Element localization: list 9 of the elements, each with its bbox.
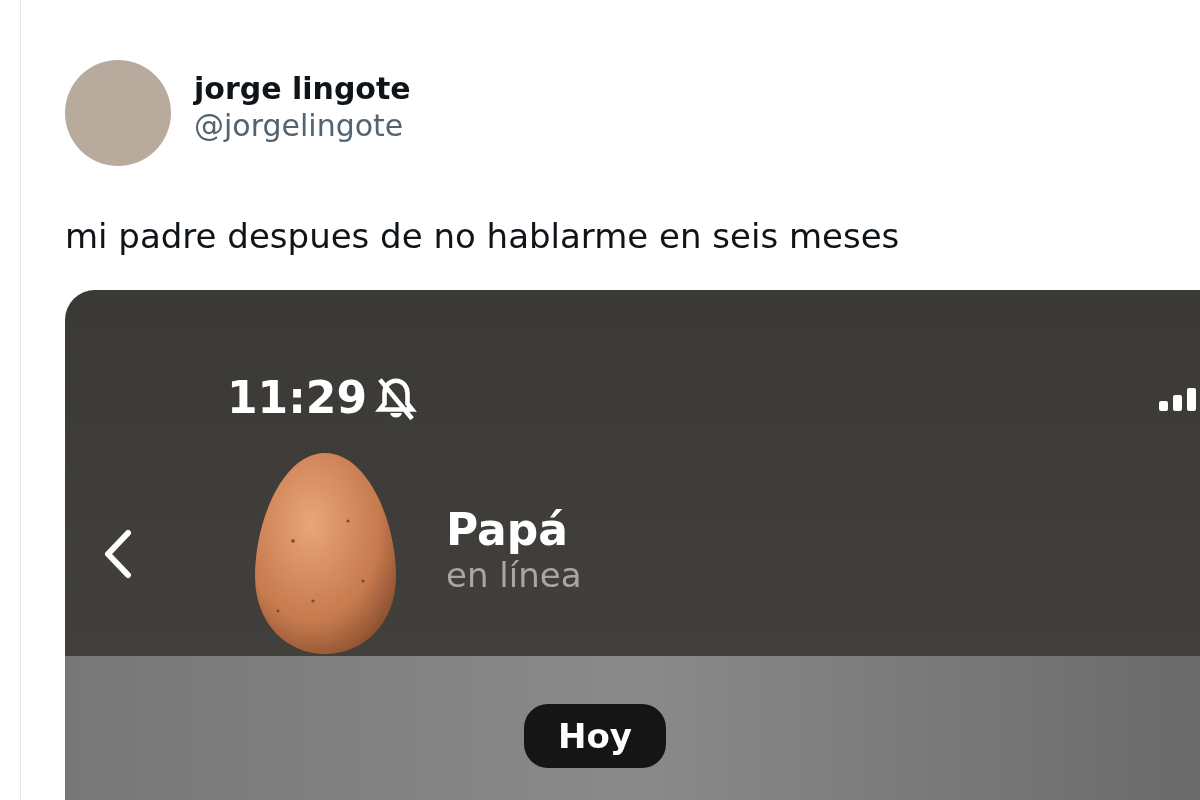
contact-name: Papá xyxy=(446,504,569,555)
date-chip: Hoy xyxy=(524,704,666,768)
contact-status: en línea xyxy=(446,555,582,595)
egg-avatar-icon xyxy=(253,451,398,656)
author-handle[interactable]: @jorgelingote xyxy=(194,108,411,143)
author-name[interactable]: jorge lingote xyxy=(194,71,411,106)
tweet-text: mi padre despues de no hablarme en seis meses xyxy=(65,216,901,256)
back-icon[interactable] xyxy=(103,528,133,579)
status-time: 11:29 xyxy=(227,372,368,423)
